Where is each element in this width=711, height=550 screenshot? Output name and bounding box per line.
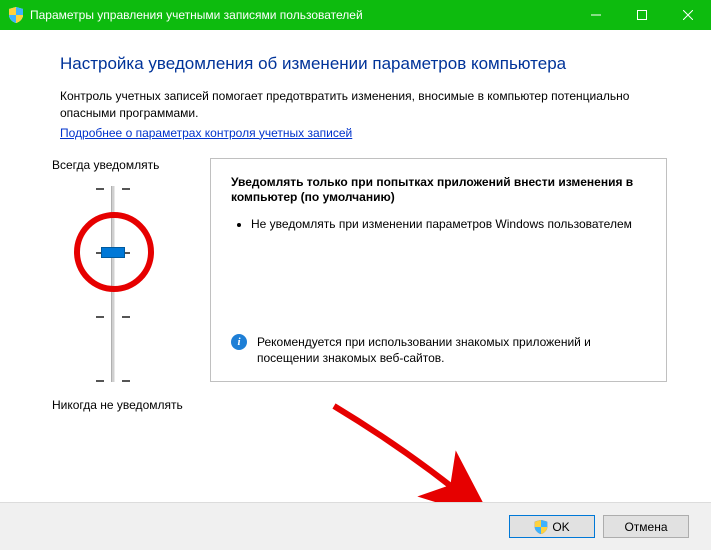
level-bullets: Не уведомлять при изменении параметров W… [231, 216, 646, 232]
learn-more-link[interactable]: Подробнее о параметрах контроля учетных … [60, 126, 352, 140]
uac-slider[interactable] [78, 180, 146, 390]
ok-button[interactable]: OK [509, 515, 595, 538]
cancel-button-label: Отмена [624, 520, 667, 534]
window-controls [573, 0, 711, 30]
uac-shield-icon [534, 520, 548, 534]
slider-label-never: Никогда не уведомлять [52, 398, 210, 412]
recommendation-row: i Рекомендуется при использовании знаком… [231, 334, 646, 366]
annotation-circle [74, 212, 154, 292]
level-description-box: Уведомлять только при попытках приложени… [210, 158, 667, 382]
maximize-button[interactable] [619, 0, 665, 30]
page-description: Контроль учетных записей помогает предот… [60, 88, 667, 122]
close-button[interactable] [665, 0, 711, 30]
cancel-button[interactable]: Отмена [603, 515, 689, 538]
titlebar: Параметры управления учетными записями п… [0, 0, 711, 30]
page-heading: Настройка уведомления об изменении парам… [60, 54, 667, 74]
dialog-footer: OK Отмена [0, 502, 711, 550]
info-icon: i [231, 334, 247, 350]
minimize-button[interactable] [573, 0, 619, 30]
slider-label-always: Всегда уведомлять [52, 158, 210, 172]
level-title: Уведомлять только при попытках приложени… [231, 175, 646, 206]
level-bullet: Не уведомлять при изменении параметров W… [251, 216, 646, 232]
content-area: Настройка уведомления об изменении парам… [0, 30, 711, 412]
ok-button-label: OK [552, 520, 569, 534]
uac-shield-icon [8, 7, 24, 23]
recommendation-text: Рекомендуется при использовании знакомых… [257, 334, 646, 366]
window-title: Параметры управления учетными записями п… [30, 8, 363, 22]
